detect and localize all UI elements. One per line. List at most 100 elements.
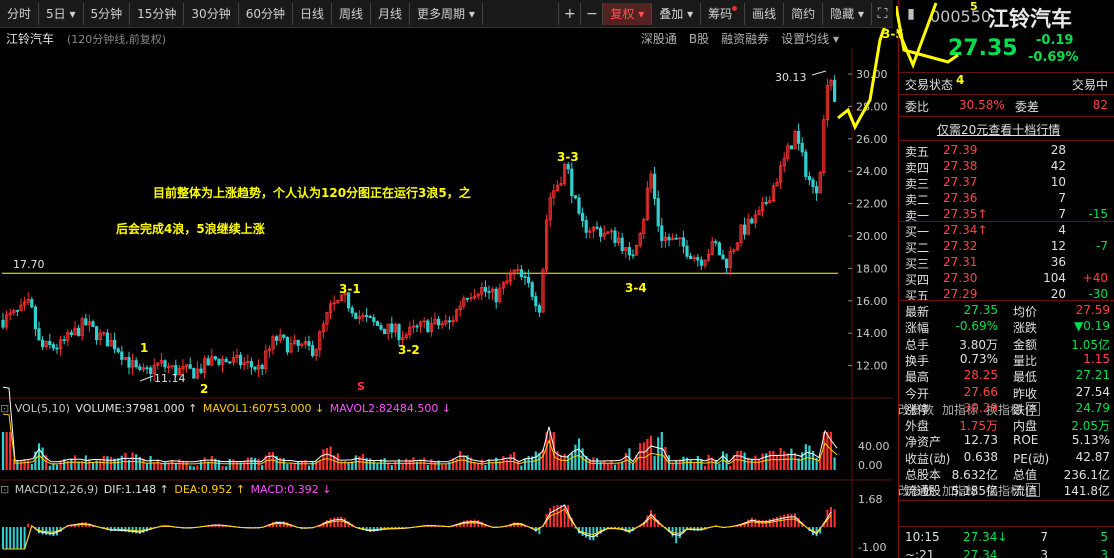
period-tab[interactable]: 更多周期 ▾	[410, 3, 483, 25]
period-tab[interactable]: 分时	[0, 3, 40, 25]
asks-level-price: 27.35↑	[943, 207, 988, 221]
overlay-dropdown[interactable]: 叠加 ▾	[651, 3, 700, 25]
candle-body	[354, 312, 358, 319]
stat-label: 流值	[1013, 484, 1038, 499]
price-axis-tick: 16.00	[856, 295, 888, 308]
notification-dot-icon	[732, 6, 738, 11]
toolbar-right: + − 复权 ▾ 叠加 ▾ 筹码 画线 简约 隐藏 ▾ ⛶	[558, 3, 893, 25]
stat-row: 外盘 1.75万 内盘 2.05万	[899, 416, 1114, 434]
volume-bar	[772, 450, 775, 470]
price-change-pct: -0.69%	[1028, 50, 1079, 65]
period-tab[interactable]: 月线	[371, 3, 411, 25]
candle-body	[487, 291, 491, 293]
period-tab[interactable]: 周线	[332, 3, 372, 25]
price-axis-tick: 20.00	[856, 230, 888, 243]
volume-bar	[5, 432, 8, 470]
candle-body	[260, 364, 264, 369]
candle-body	[797, 130, 801, 144]
volume-bar	[19, 460, 23, 470]
volume-bar	[9, 432, 12, 470]
volume-bar	[221, 466, 224, 470]
volume-bar	[775, 454, 779, 470]
fullscreen-icon[interactable]: ⛶	[871, 3, 893, 25]
candle-body	[447, 320, 452, 323]
volume-bar	[487, 459, 491, 470]
stock-app-window: 30.00 28.00 26.00 24.00 22.00 20.00 18.00 16.00…	[0, 0, 1114, 558]
annotation-line-1: 目前整体为上涨趋势，个人认为120分图正在运行3浪5，之	[153, 186, 471, 200]
candle-body	[379, 325, 383, 330]
candle-body	[573, 195, 578, 199]
volume-bar	[696, 455, 699, 470]
zoom-in-button[interactable]: +	[558, 3, 580, 25]
link-b-share[interactable]: B股	[689, 30, 709, 47]
candle-body	[127, 356, 131, 368]
candle-body	[84, 318, 88, 326]
link-margin[interactable]: 融资融券	[721, 30, 769, 47]
bids-level-volume: 104	[1043, 271, 1066, 285]
asks-level-price: 27.38	[943, 159, 978, 173]
period-tab[interactable]: 5分钟	[84, 3, 131, 25]
vol-toggle-icon[interactable]: ⊡	[0, 402, 9, 415]
volume-bar	[639, 443, 642, 470]
level10-promo[interactable]: 仅需20元查看十档行情	[899, 120, 1114, 138]
macd-value: MACD:0.392 ↓	[250, 483, 332, 496]
volume-bar	[160, 463, 163, 470]
stat-value: 27.59	[1075, 303, 1110, 317]
kline-chart-canvas[interactable]: 30.0028.0026.0024.0022.0020.0018.0016.00…	[0, 0, 893, 558]
period-tab[interactable]: 日线	[293, 3, 332, 25]
zoom-out-button[interactable]: −	[580, 3, 602, 25]
volume-bar	[225, 466, 228, 470]
volume-bar	[624, 452, 627, 470]
volume-bar	[563, 453, 566, 470]
volume-bar	[228, 458, 231, 470]
level10-promo-link[interactable]: 仅需20元查看十档行情	[937, 121, 1060, 138]
bids-level-delta: +40	[1082, 271, 1108, 285]
draw-line-button[interactable]: 画线	[744, 3, 783, 25]
stat-row: 流通股 5.185亿 流值 141.8亿	[899, 481, 1114, 499]
period-tab[interactable]: 15分钟	[130, 3, 185, 25]
volume-bar	[462, 455, 465, 470]
chips-button[interactable]: 筹码	[700, 3, 744, 25]
chart-stock-name: 江铃汽车	[6, 32, 55, 46]
candle-body	[375, 321, 380, 326]
candle-body	[685, 245, 689, 257]
vol-mavol1: MAVOL1:60753.000 ↓	[202, 402, 325, 415]
restore-rights-dropdown[interactable]: 复权 ▾	[602, 3, 652, 25]
candle-body	[62, 339, 66, 342]
candle-body	[91, 321, 95, 327]
price-axis-tick: 24.00	[856, 165, 888, 178]
wave-label-3-4: 3-4	[625, 281, 647, 295]
candle-body	[296, 339, 300, 346]
period-tab[interactable]: 30分钟	[184, 3, 239, 25]
macd-toggle-icon[interactable]: ⊡	[0, 483, 9, 496]
candle-body	[681, 237, 686, 247]
volume-bar	[502, 456, 505, 470]
volume-bar	[354, 455, 357, 470]
price-axis-tick: 30.00	[856, 68, 888, 81]
dea-line	[3, 508, 832, 550]
asks-level-delta: -15	[1088, 207, 1108, 221]
candle-body	[523, 276, 527, 279]
volume-bar	[444, 464, 447, 470]
panel-toggle-icon[interactable]: ▮	[899, 0, 923, 28]
candle-body	[206, 358, 210, 366]
candle-body	[811, 179, 815, 188]
volume-bar	[783, 451, 786, 470]
volume-bar	[736, 450, 739, 470]
candle-body	[656, 198, 660, 227]
period-tab[interactable]: 60分钟	[239, 3, 293, 25]
ma-settings-dropdown[interactable]: 设置均线 ▾	[781, 30, 839, 47]
simple-mode-button[interactable]: 简约	[783, 3, 822, 25]
tick-time: ~:21	[905, 548, 935, 558]
divider	[899, 526, 1114, 527]
period-toolbar: 分时 5日 ▾ 5分钟 15分钟 30分钟 60分钟 日线 周线 月线 更多周期 ▾ + − 复权…	[0, 0, 893, 28]
candle-body	[249, 361, 253, 368]
mavol2-line	[2, 413, 838, 465]
hide-dropdown[interactable]: 隐藏 ▾	[822, 3, 871, 25]
link-hk-connect[interactable]: 深股通	[641, 30, 677, 47]
period-tab[interactable]: 5日 ▾	[39, 3, 84, 25]
candle-body	[721, 254, 725, 260]
candle-body	[725, 258, 729, 269]
volume-bar	[786, 453, 789, 470]
